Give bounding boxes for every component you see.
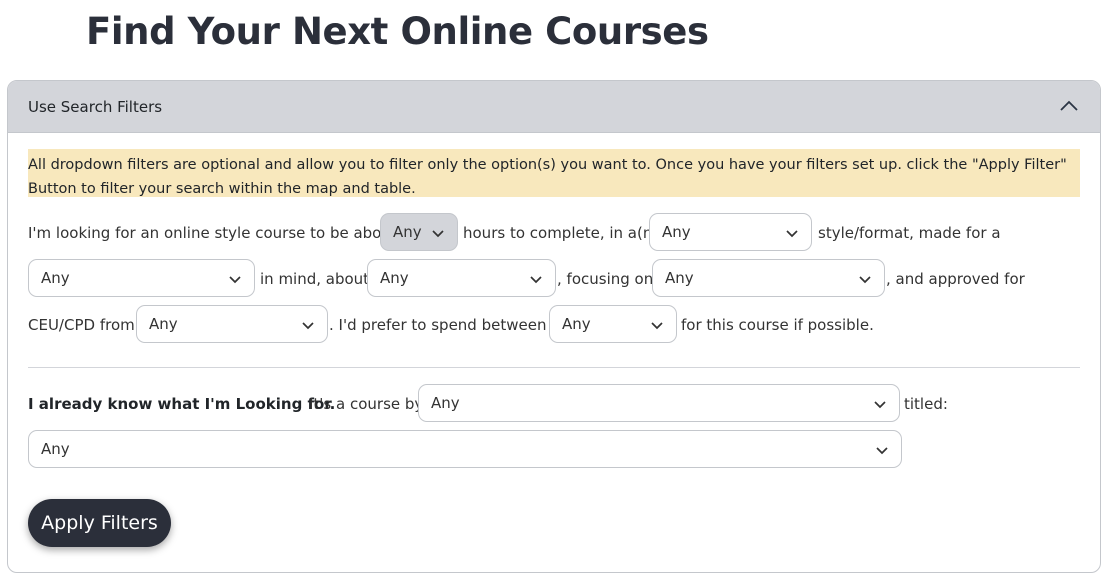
style-select-value: Any xyxy=(662,223,691,241)
sentence-text-8: . I'd prefer to spend between $ xyxy=(329,316,561,334)
style-select[interactable]: Any xyxy=(649,213,812,251)
sentence-text-2: hours to complete, in a(n) xyxy=(463,224,659,242)
page-title: Find Your Next Online Courses xyxy=(86,10,709,53)
filters-info-note: All dropdown filters are optional and al… xyxy=(28,149,1080,197)
sentence-text-5: , focusing on xyxy=(557,270,654,288)
topic-select-value: Any xyxy=(380,269,409,287)
focus-select-value: Any xyxy=(665,269,694,287)
known-heading: I already know what I'm Looking for. xyxy=(28,395,336,413)
chevron-down-icon xyxy=(786,230,798,238)
topic-select[interactable]: Any xyxy=(367,259,556,297)
sentence-text-6: , and approved for xyxy=(886,270,1025,288)
chevron-down-icon xyxy=(432,230,444,238)
price-select[interactable]: Any xyxy=(549,305,677,343)
audience-select[interactable]: Any xyxy=(28,259,255,297)
provider-select[interactable]: Any xyxy=(418,384,900,422)
chevron-up-icon[interactable] xyxy=(1058,95,1080,117)
hours-select-value: Any xyxy=(393,223,422,241)
hours-select[interactable]: Any xyxy=(380,213,458,251)
ceu-select[interactable]: Any xyxy=(136,305,328,343)
audience-select-value: Any xyxy=(41,269,70,287)
sentence-text-7: CEU/CPD from xyxy=(28,316,135,334)
chevron-down-icon xyxy=(651,322,663,330)
accordion-title: Use Search Filters xyxy=(28,98,163,116)
focus-select[interactable]: Any xyxy=(652,259,885,297)
divider xyxy=(28,367,1080,368)
chevron-down-icon xyxy=(302,322,314,330)
search-filters-accordion: Use Search Filters All dropdown filters … xyxy=(7,80,1101,573)
course-title-select-value: Any xyxy=(41,440,70,458)
apply-filters-button[interactable]: Apply Filters xyxy=(28,499,171,547)
known-text-1: It's a course by xyxy=(309,395,424,413)
provider-select-value: Any xyxy=(431,394,460,412)
sentence-text-9: for this course if possible. xyxy=(681,316,874,334)
sentence-text-1: I'm looking for an online style course t… xyxy=(28,224,397,242)
price-select-value: Any xyxy=(562,315,591,333)
course-title-select[interactable]: Any xyxy=(28,430,902,468)
chevron-down-icon xyxy=(530,276,542,284)
sentence-text-3: style/format, made for a xyxy=(818,224,1001,242)
chevron-down-icon xyxy=(229,276,241,284)
sentence-text-4: in mind, about xyxy=(260,270,370,288)
ceu-select-value: Any xyxy=(149,315,178,333)
chevron-down-icon xyxy=(876,447,888,455)
chevron-down-icon xyxy=(859,276,871,284)
chevron-down-icon xyxy=(874,401,886,409)
accordion-header[interactable]: Use Search Filters xyxy=(8,81,1100,133)
known-text-2: titled: xyxy=(904,395,948,413)
